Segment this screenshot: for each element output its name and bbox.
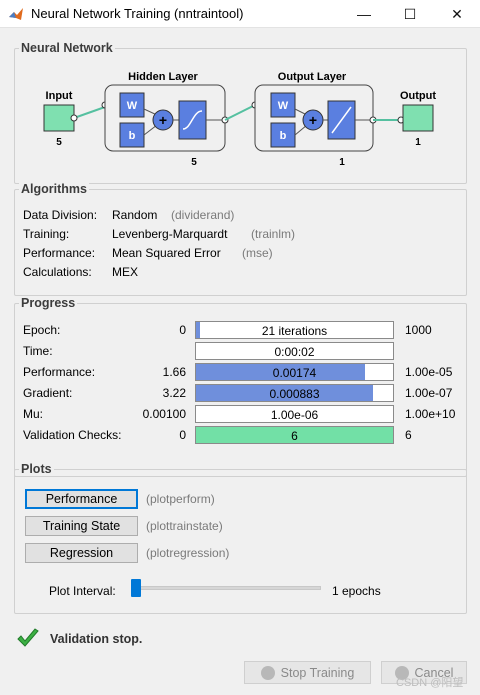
plot-regression-button[interactable]: Regression (25, 543, 138, 563)
matlab-icon (9, 8, 23, 20)
watermark: CSDN @阳望 (396, 677, 464, 689)
network-diagram: Input 5 Hidden Layer W b + 5 Output Laye… (43, 71, 436, 168)
algorithm-label: Calculations: (23, 265, 92, 279)
progress-start-value: 1.66 (162, 365, 186, 379)
window-client: Neural Network Input 5 Hidden Layer W b … (0, 28, 480, 695)
hidden-sum-glyph: + (159, 112, 167, 128)
progress-bar: 0.000883 (195, 384, 394, 402)
algorithm-label: Data Division: (23, 208, 98, 222)
panel-title-progress: Progress (19, 296, 78, 310)
progress-target-value: 1.00e+10 (405, 407, 456, 421)
algorithm-code: (mse) (242, 246, 273, 260)
progress-start-value: 0 (179, 323, 186, 337)
progress-label: Mu: (23, 407, 44, 421)
checkmark-icon (17, 628, 39, 647)
output-label: Output (400, 90, 436, 102)
progress-bar-text: 6 (291, 429, 298, 443)
progress-bar: 0:00:02 (195, 342, 394, 360)
plot-performance-button[interactable]: Performance (25, 489, 138, 509)
title-bar: Neural Network Training (nntraintool) — … (0, 0, 480, 28)
neural-network-panel: Neural Network Input 5 Hidden Layer W b … (14, 41, 467, 184)
plot-performance-code: (plotperform) (146, 492, 215, 506)
progress-target-value: 6 (405, 428, 412, 442)
plot-regression-code: (plotregression) (146, 546, 230, 560)
hidden-layer-title: Hidden Layer (128, 71, 198, 83)
output-count: 1 (415, 137, 421, 148)
progress-bar-text: 0.000883 (269, 387, 320, 401)
progress-bar-text: 0:00:02 (274, 345, 315, 359)
progress-bar: 21 iterations (195, 321, 394, 339)
panel-title-algorithms: Algorithms (19, 182, 89, 196)
algorithm-code: (dividerand) (171, 208, 235, 222)
progress-bar: 1.00e-06 (195, 405, 394, 423)
progress-bar: 6 (195, 426, 394, 444)
status-message: Validation stop. (50, 632, 143, 646)
progress-bar-text: 21 iterations (261, 324, 328, 338)
output-layer-count: 1 (339, 157, 345, 168)
progress-label: Performance: (23, 365, 96, 379)
window-title: Neural Network Training (nntraintool) (31, 6, 244, 21)
progress-bar: 0.00174 (195, 363, 394, 381)
input-connector (73, 106, 106, 119)
input-count: 5 (56, 137, 62, 148)
hidden-to-output-connector (224, 104, 256, 121)
stop-training-button[interactable]: Stop Training (244, 661, 371, 684)
output-layer-title: Output Layer (278, 71, 347, 83)
plot-interval-slider-thumb[interactable] (131, 579, 141, 597)
progress-target-value: 1.00e-07 (405, 386, 453, 400)
panel-title-plots: Plots (19, 462, 54, 476)
maximize-button[interactable]: ☐ (387, 0, 433, 28)
output-sum-glyph: + (309, 112, 317, 128)
hidden-count: 5 (191, 157, 197, 168)
progress-target-value: 1000 (405, 323, 432, 337)
minimize-button[interactable]: — (341, 0, 387, 28)
plot-interval-value: 1 epochs (332, 584, 381, 598)
plots-panel: Plots Performance (plotperform) Training… (14, 462, 467, 614)
output-node (402, 104, 434, 132)
algorithm-value: Random (112, 208, 158, 222)
hidden-weight-label: W (127, 100, 138, 112)
progress-label: Time: (23, 344, 53, 358)
progress-start-value: 0 (179, 428, 186, 442)
algorithm-label: Performance: (23, 246, 96, 260)
progress-bar-text: 0.00174 (272, 366, 317, 380)
hidden-bias-label: b (129, 130, 136, 142)
algorithm-value: Mean Squared Error (112, 246, 221, 260)
input-label: Input (46, 90, 73, 102)
plot-interval-track[interactable] (131, 586, 321, 590)
progress-label: Epoch: (23, 323, 61, 337)
progress-start-value: 3.22 (162, 386, 186, 400)
input-port (70, 114, 78, 122)
plot-training-state-code: (plottrainstate) (146, 519, 223, 533)
algorithm-code: (trainlm) (251, 227, 295, 241)
stop-icon (260, 665, 275, 680)
algorithm-label: Training: (23, 227, 70, 241)
progress-start-value: 0.00100 (142, 407, 186, 421)
input-node (43, 104, 75, 132)
progress-bar-text: 1.00e-06 (270, 408, 319, 422)
algorithm-value: Levenberg-Marquardt (112, 227, 228, 241)
plot-training-state-button[interactable]: Training State (25, 516, 138, 536)
progress-panel: Progress Epoch: 0 21 iterations 1000 Time: 0:… (14, 296, 467, 477)
progress-target-value: 1.00e-05 (405, 365, 453, 379)
progress-label: Gradient: (23, 386, 73, 400)
plot-interval-label: Plot Interval: (49, 584, 116, 598)
output-bias-label: b (280, 130, 287, 142)
output-weight-label: W (278, 100, 289, 112)
algorithm-value: MEX (112, 265, 139, 279)
stop-training-label: Stop Training (280, 665, 355, 680)
close-button[interactable]: ✕ (434, 0, 480, 28)
algorithms-panel: Algorithms Data Division: Random (divide… (14, 182, 467, 296)
